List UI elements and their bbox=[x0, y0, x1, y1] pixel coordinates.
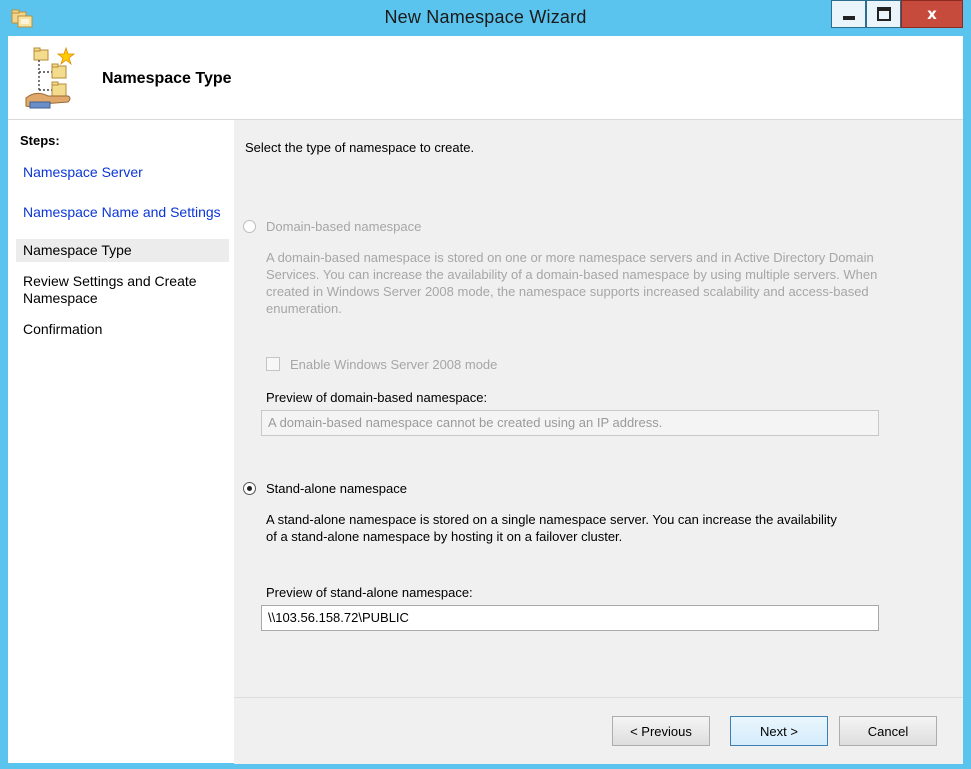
maximize-icon bbox=[876, 7, 891, 21]
step-review-settings: Review Settings and Create Namespace bbox=[23, 273, 197, 306]
domain-based-description: A domain-based namespace is stored on on… bbox=[266, 250, 878, 316]
cancel-button[interactable]: Cancel bbox=[839, 716, 937, 746]
previous-button[interactable]: < Previous bbox=[612, 716, 710, 746]
domain-based-radio[interactable] bbox=[243, 220, 256, 233]
namespace-wizard-icon bbox=[22, 46, 80, 112]
minimize-button[interactable] bbox=[831, 0, 866, 28]
instruction-text: Select the type of namespace to create. bbox=[245, 140, 475, 155]
wizard-client-area: Namespace Type Steps: Namespace Server N… bbox=[8, 36, 963, 764]
standalone-description: A stand-alone namespace is stored on a s… bbox=[266, 512, 837, 544]
standalone-label: Stand-alone namespace bbox=[266, 481, 407, 496]
enable-2008-mode-label: Enable Windows Server 2008 mode bbox=[290, 357, 498, 372]
close-button[interactable]: x bbox=[901, 0, 963, 28]
step-namespace-type: Namespace Type bbox=[16, 239, 229, 262]
steps-label: Steps: bbox=[20, 133, 60, 148]
domain-preview-field: A domain-based namespace cannot be creat… bbox=[261, 410, 879, 436]
close-icon: x bbox=[927, 5, 937, 23]
standalone-preview-field[interactable]: \\103.56.158.72\PUBLIC bbox=[261, 605, 879, 631]
wizard-window: New Namespace Wizard x Namespace Type St… bbox=[0, 0, 971, 769]
standalone-radio[interactable] bbox=[243, 482, 256, 495]
domain-preview-label: Preview of domain-based namespace: bbox=[266, 390, 488, 405]
page-title: Namespace Type bbox=[102, 70, 232, 87]
step-namespace-server[interactable]: Namespace Server bbox=[16, 161, 229, 184]
title-bar[interactable]: New Namespace Wizard x bbox=[0, 0, 971, 36]
enable-2008-mode-checkbox[interactable] bbox=[266, 357, 280, 371]
minimize-icon bbox=[842, 16, 855, 20]
wizard-header: Namespace Type bbox=[8, 36, 963, 120]
window-title: New Namespace Wizard bbox=[384, 7, 587, 27]
step-confirmation: Confirmation bbox=[23, 321, 103, 337]
domain-based-label: Domain-based namespace bbox=[266, 219, 422, 234]
steps-pane: Steps: Namespace Server Namespace Name a… bbox=[8, 120, 233, 763]
standalone-preview-label: Preview of stand-alone namespace: bbox=[266, 585, 473, 600]
maximize-button[interactable] bbox=[866, 0, 901, 28]
button-bar: < Previous Next > Cancel bbox=[234, 697, 963, 764]
next-button[interactable]: Next > bbox=[730, 716, 828, 746]
step-namespace-name-and-settings[interactable]: Namespace Name and Settings bbox=[16, 201, 229, 224]
main-panel: Select the type of namespace to create. … bbox=[234, 120, 963, 697]
